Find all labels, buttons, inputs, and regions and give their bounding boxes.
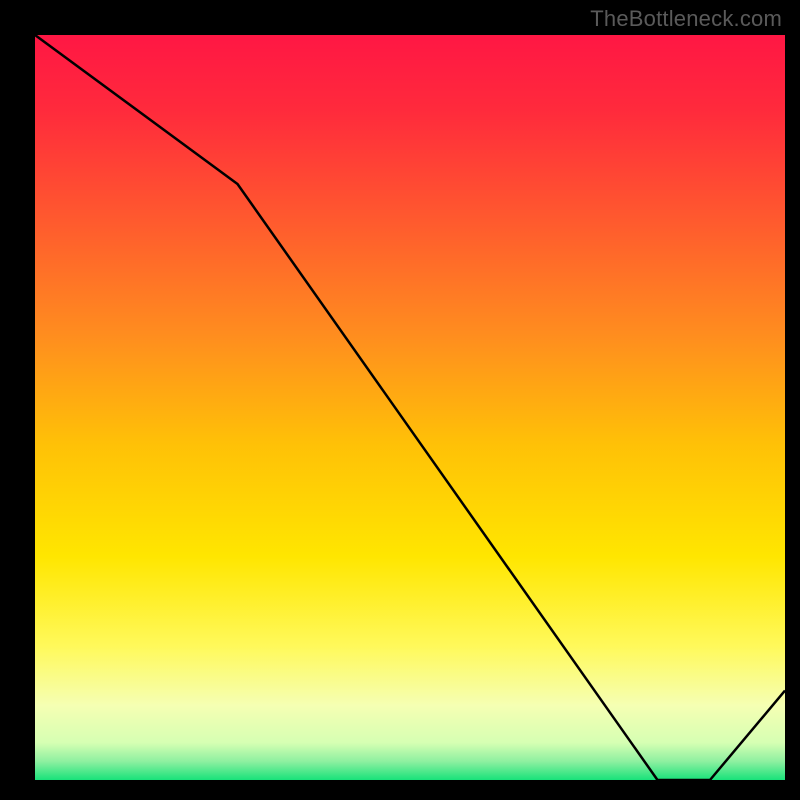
watermark-text: TheBottleneck.com (590, 6, 782, 32)
plot-background (35, 35, 785, 780)
chart-svg (0, 0, 800, 800)
bottleneck-chart (0, 0, 800, 800)
